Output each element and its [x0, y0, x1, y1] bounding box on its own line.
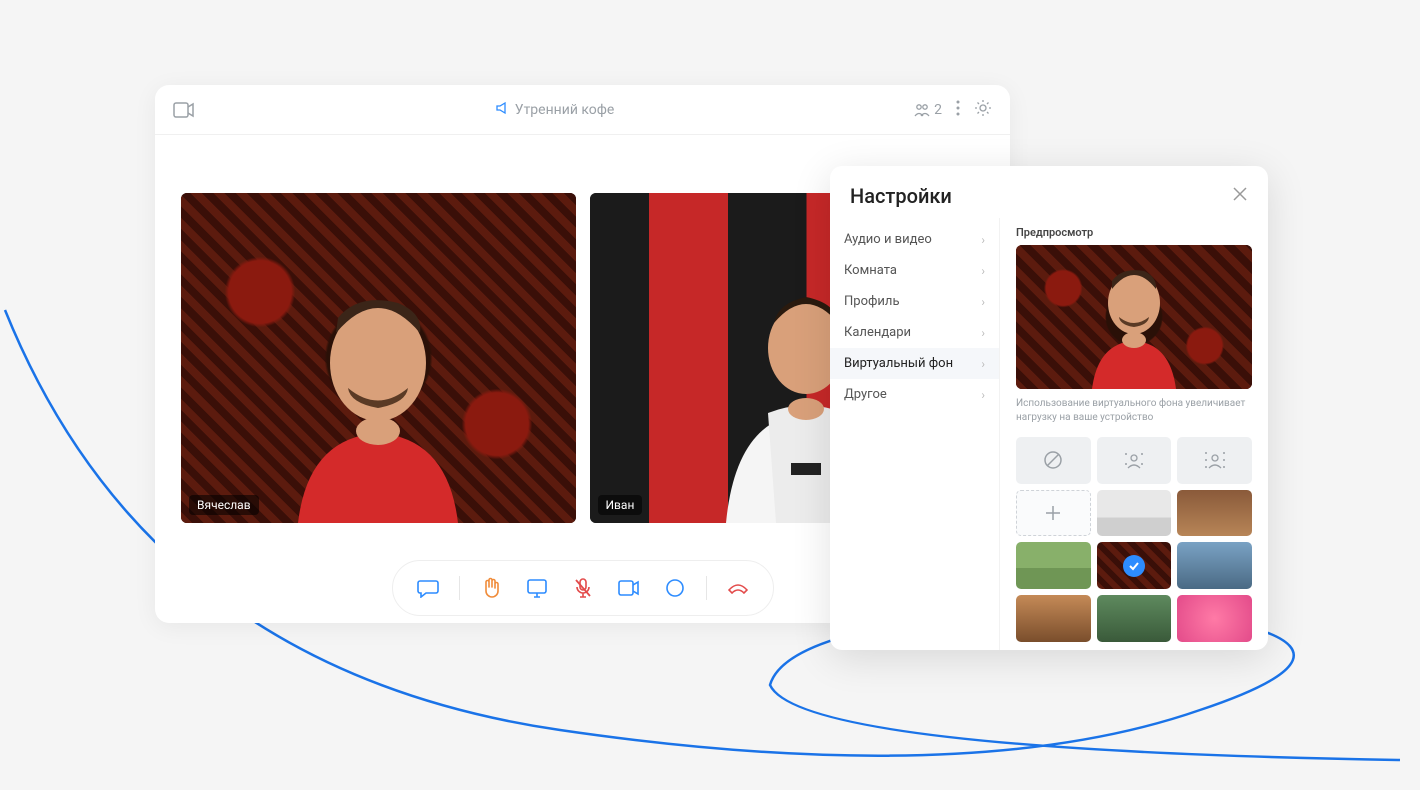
- circle-icon: [665, 578, 685, 598]
- bg-option-stadium[interactable]: [1097, 595, 1172, 642]
- bg-option-blur-light[interactable]: [1097, 437, 1172, 484]
- preview-box: [1016, 245, 1252, 389]
- video-tile-1[interactable]: Вячеслав: [181, 193, 576, 523]
- preview-label: Предпросмотр: [1016, 226, 1252, 239]
- chevron-right-icon: ›: [981, 357, 985, 371]
- chat-icon: [417, 578, 439, 598]
- chat-button[interactable]: [409, 569, 447, 607]
- nav-profile[interactable]: Профиль ›: [830, 286, 999, 317]
- bg-option-sunset[interactable]: [1016, 595, 1091, 642]
- settings-title: Настройки: [850, 184, 952, 208]
- separator: [459, 576, 460, 600]
- participants-icon: [914, 103, 930, 117]
- chevron-right-icon: ›: [981, 233, 985, 247]
- call-title-text: Утренний кофе: [515, 102, 615, 118]
- separator: [706, 576, 707, 600]
- participant-name-tag: Вячеслав: [189, 495, 259, 515]
- bg-option-add[interactable]: [1016, 490, 1091, 537]
- record-button[interactable]: [656, 569, 694, 607]
- participant-video: [248, 263, 508, 523]
- more-button[interactable]: [956, 100, 960, 120]
- hint-text: Использование виртуального фона увеличив…: [1016, 397, 1252, 425]
- monitor-icon: [526, 578, 548, 598]
- background-grid: [1016, 437, 1252, 642]
- settings-nav: Аудио и видео › Комната › Профиль › Кале…: [830, 218, 1000, 650]
- nav-room[interactable]: Комната ›: [830, 255, 999, 286]
- bg-option-cafe[interactable]: [1177, 490, 1252, 537]
- nav-calendars[interactable]: Календари ›: [830, 317, 999, 348]
- call-header: Утренний кофе 2: [155, 85, 1010, 135]
- participant-name-tag: Иван: [598, 495, 643, 515]
- bg-option-carpet[interactable]: [1097, 542, 1172, 589]
- kebab-icon: [956, 100, 960, 116]
- preview-person: [1064, 249, 1204, 389]
- camera-icon: [618, 580, 640, 596]
- chevron-right-icon: ›: [981, 388, 985, 402]
- none-icon: [1043, 450, 1063, 470]
- participants-count-value: 2: [934, 102, 942, 118]
- settings-panel: Настройки Аудио и видео › Комната › Проф…: [830, 166, 1268, 650]
- nav-audio-video[interactable]: Аудио и видео ›: [830, 224, 999, 255]
- raise-hand-button[interactable]: [472, 569, 510, 607]
- bg-option-park[interactable]: [1016, 542, 1091, 589]
- nav-other[interactable]: Другое ›: [830, 379, 999, 410]
- bg-option-pink[interactable]: [1177, 595, 1252, 642]
- chevron-right-icon: ›: [981, 326, 985, 340]
- bg-option-none[interactable]: [1016, 437, 1091, 484]
- blur-light-icon: [1123, 451, 1145, 469]
- gear-icon: [974, 99, 992, 117]
- participants-button[interactable]: 2: [914, 102, 942, 118]
- blur-strong-icon: [1204, 451, 1226, 469]
- plus-icon: [1044, 504, 1062, 522]
- phone-hangup-icon: [727, 582, 749, 594]
- call-title: Утренний кофе: [195, 101, 914, 119]
- nav-label: Виртуальный фон: [844, 356, 953, 371]
- leave-button[interactable]: [719, 569, 757, 607]
- nav-label: Другое: [844, 387, 887, 402]
- settings-button[interactable]: [974, 99, 992, 121]
- nav-label: Комната: [844, 263, 897, 278]
- chevron-right-icon: ›: [981, 295, 985, 309]
- share-screen-button[interactable]: [518, 569, 556, 607]
- bg-option-office[interactable]: [1097, 490, 1172, 537]
- nav-label: Аудио и видео: [844, 232, 932, 247]
- close-button[interactable]: [1232, 186, 1248, 206]
- hand-icon: [481, 577, 501, 599]
- settings-content: Предпросмотр Использование виртуального …: [1000, 218, 1268, 650]
- nav-label: Календари: [844, 325, 911, 340]
- check-icon: [1128, 561, 1140, 571]
- settings-header: Настройки: [830, 166, 1268, 218]
- chevron-right-icon: ›: [981, 264, 985, 278]
- bg-option-blur-strong[interactable]: [1177, 437, 1252, 484]
- mic-muted-icon: [573, 577, 593, 599]
- mic-button[interactable]: [564, 569, 602, 607]
- selected-indicator: [1097, 542, 1172, 589]
- close-icon: [1232, 186, 1248, 202]
- bg-option-city[interactable]: [1177, 542, 1252, 589]
- camera-toggle-icon[interactable]: [173, 102, 195, 118]
- megaphone-icon: [495, 101, 509, 119]
- camera-button[interactable]: [610, 569, 648, 607]
- nav-label: Профиль: [844, 294, 900, 309]
- nav-virtual-bg[interactable]: Виртуальный фон ›: [830, 348, 999, 379]
